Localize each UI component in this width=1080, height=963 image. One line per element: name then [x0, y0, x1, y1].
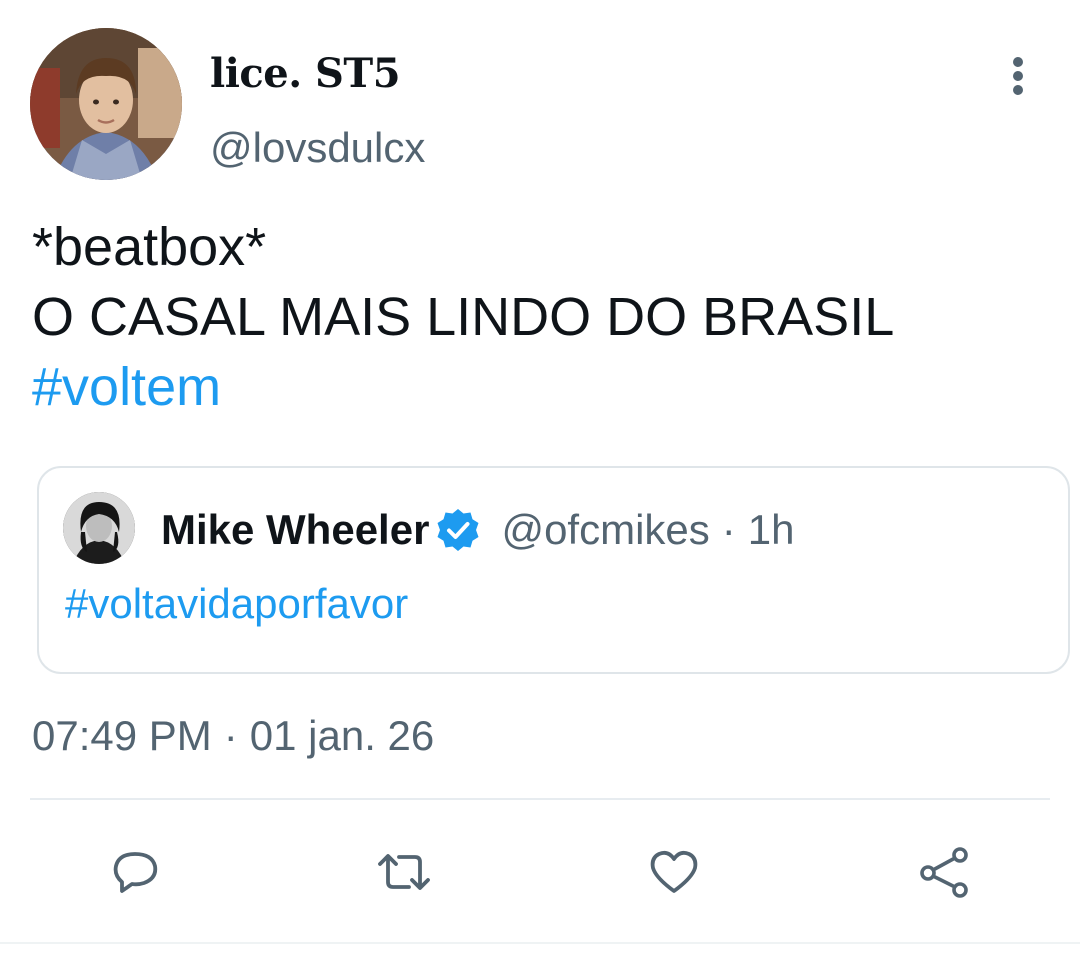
retweet-icon: [378, 854, 430, 890]
tweet-time: 07:49 PM: [32, 712, 212, 759]
tweet-date: 01 jan. 26: [249, 712, 435, 759]
quoted-tweet[interactable]: Mike Wheeler @ofcmikes · 1h #voltavidapo…: [37, 466, 1070, 674]
author-display-name[interactable]: lice. ST5: [210, 50, 401, 97]
tweet-text-line: *beatbox*: [32, 217, 267, 277]
reply-button[interactable]: [106, 842, 166, 902]
tweet-timestamp: 07:49 PM · 01 jan. 26: [32, 712, 434, 760]
quoted-separator: ·: [721, 506, 736, 553]
quoted-hashtag-link[interactable]: #voltavidaporfavor: [65, 580, 408, 628]
hashtag-link[interactable]: #voltem: [32, 352, 894, 422]
quoted-author-avatar[interactable]: [63, 492, 135, 564]
quoted-author-name[interactable]: Mike Wheeler: [161, 506, 429, 554]
divider: [30, 798, 1050, 800]
verified-badge-icon: [435, 507, 481, 553]
more-vertical-icon: [1013, 57, 1023, 95]
tweet-text-line: O CASAL MAIS LINDO DO BRASIL: [32, 287, 895, 347]
author-handle[interactable]: @lovsdulcx: [210, 124, 425, 172]
more-options-button[interactable]: [996, 52, 1040, 100]
quoted-avatar-photo-icon: [63, 492, 135, 564]
share-icon: [920, 847, 968, 898]
timestamp-separator: ·: [223, 712, 238, 759]
share-button[interactable]: [914, 842, 974, 902]
tweet-detail: lice. ST5 @lovsdulcx *beatbox* O CASAL M…: [0, 0, 1080, 963]
quoted-tweet-header: Mike Wheeler @ofcmikes · 1h: [161, 506, 795, 554]
reply-icon: [113, 852, 158, 893]
tweet-text: *beatbox* O CASAL MAIS LINDO DO BRASIL #…: [32, 212, 894, 422]
author-avatar[interactable]: [30, 28, 182, 180]
avatar-photo-icon: [30, 28, 182, 180]
like-button[interactable]: [644, 842, 704, 902]
quoted-author-handle[interactable]: @ofcmikes: [501, 506, 709, 554]
quoted-timestamp: 1h: [747, 506, 795, 553]
retweet-button[interactable]: [374, 842, 434, 902]
like-icon: [650, 850, 698, 893]
bottom-divider: [0, 942, 1080, 944]
